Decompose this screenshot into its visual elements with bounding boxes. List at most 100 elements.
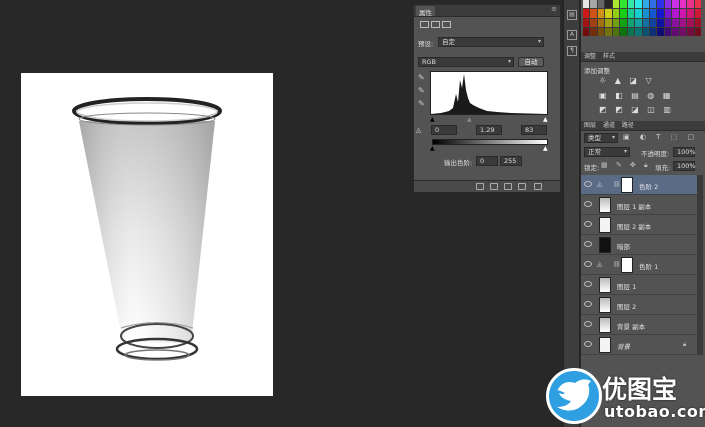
history-icon[interactable]: ▤	[567, 10, 577, 20]
view-previous-icon[interactable]	[490, 183, 498, 190]
swatch[interactable]	[672, 27, 679, 36]
tab-styles[interactable]: 样式	[603, 53, 615, 60]
layer-row[interactable]: 图层 1	[581, 275, 697, 295]
eye-icon[interactable]	[584, 181, 592, 187]
swatch[interactable]	[605, 27, 612, 36]
swatch[interactable]	[635, 0, 642, 9]
swatch[interactable]	[649, 18, 657, 27]
swatch[interactable]	[597, 9, 605, 18]
swatch[interactable]	[642, 0, 649, 9]
swatch[interactable]	[672, 9, 679, 18]
tab-properties[interactable]: 属性	[416, 6, 435, 17]
swatch[interactable]	[679, 27, 687, 36]
swatch[interactable]	[635, 27, 642, 36]
swatch[interactable]	[664, 18, 672, 27]
tab-channels[interactable]: 通道	[603, 122, 615, 129]
layer-mask-thumbnail[interactable]	[621, 257, 633, 273]
eye-icon[interactable]	[584, 321, 592, 327]
swatch[interactable]	[590, 27, 597, 36]
swatch[interactable]	[590, 9, 597, 18]
layer-row[interactable]: 背景 🔒︎	[581, 335, 697, 355]
channel-dropdown[interactable]: RGB	[418, 57, 514, 67]
swatch[interactable]	[679, 0, 687, 9]
fill-field[interactable]: 100%	[673, 161, 696, 171]
swatch[interactable]	[635, 18, 642, 27]
adjustment-icons-row-3[interactable]: ◩ ◩ ◪ ◫ ▥	[599, 105, 674, 114]
swatch[interactable]	[590, 18, 597, 27]
adjustment-icons-row-2[interactable]: ▣ ◧ ▤ ◍ ▦	[599, 91, 673, 100]
swatch[interactable]	[649, 27, 657, 36]
swatch[interactable]	[605, 18, 612, 27]
swatch[interactable]	[612, 18, 620, 27]
swatch[interactable]	[679, 18, 687, 27]
swatch[interactable]	[672, 0, 679, 9]
swatch[interactable]	[694, 9, 701, 18]
visibility-icon[interactable]	[518, 183, 526, 190]
eyedropper-white-icon[interactable]: ✎	[418, 99, 425, 108]
swatch[interactable]	[687, 27, 694, 36]
eye-icon[interactable]	[584, 221, 592, 227]
swatch[interactable]	[620, 27, 627, 36]
layer-row[interactable]: ◬ ⛓ 色阶 1	[581, 255, 697, 275]
swatches-panel[interactable]	[583, 0, 701, 36]
swatch[interactable]	[612, 0, 620, 9]
document-canvas[interactable]	[21, 73, 273, 396]
swatch[interactable]	[583, 0, 590, 9]
layer-row[interactable]: 暗部	[581, 235, 697, 255]
swatch[interactable]	[649, 0, 657, 9]
eye-icon[interactable]	[584, 201, 592, 207]
swatch[interactable]	[605, 9, 612, 18]
delete-icon[interactable]	[534, 183, 542, 190]
eye-icon[interactable]	[584, 241, 592, 247]
swatch[interactable]	[657, 18, 664, 27]
swatch[interactable]	[627, 9, 635, 18]
paragraph-icon[interactable]: ¶	[567, 46, 577, 56]
swatch[interactable]	[605, 0, 612, 9]
eyedropper-gray-icon[interactable]: ✎	[418, 86, 425, 95]
swatch[interactable]	[672, 18, 679, 27]
blend-mode-dropdown[interactable]: 正常	[584, 147, 630, 157]
swatch[interactable]	[649, 9, 657, 18]
character-icon[interactable]: A	[567, 30, 577, 40]
layer-row[interactable]: 图层 2	[581, 295, 697, 315]
output-black-slider[interactable]: ▲	[430, 145, 435, 152]
input-gamma-field[interactable]: 1.29	[476, 125, 502, 135]
eyedropper-black-icon[interactable]: ✎	[418, 73, 425, 82]
reset-icon[interactable]	[504, 183, 512, 190]
input-white-slider[interactable]: ▲	[543, 116, 548, 123]
input-black-field[interactable]: 0	[431, 125, 457, 135]
tab-layers[interactable]: 图层	[584, 122, 596, 129]
swatch[interactable]	[687, 0, 694, 9]
swatch[interactable]	[635, 9, 642, 18]
eye-icon[interactable]	[584, 281, 592, 287]
chain-icon[interactable]: ⛓	[613, 181, 621, 188]
layer-row[interactable]: 图层 1 副本	[581, 195, 697, 215]
swatch[interactable]	[612, 9, 620, 18]
tab-adjustments[interactable]: 调整	[584, 53, 596, 60]
swatch[interactable]	[597, 27, 605, 36]
swatch[interactable]	[620, 9, 627, 18]
output-white-slider[interactable]: ▲	[543, 145, 548, 152]
chain-icon[interactable]: ⛓	[613, 261, 621, 268]
eye-icon[interactable]	[584, 341, 592, 347]
swatch[interactable]	[583, 27, 590, 36]
swatch[interactable]	[687, 9, 694, 18]
swatch[interactable]	[612, 27, 620, 36]
layer-row[interactable]: 图层 2 副本	[581, 215, 697, 235]
output-white-field[interactable]: 255	[500, 156, 522, 166]
swatch[interactable]	[583, 9, 590, 18]
swatch[interactable]	[664, 0, 672, 9]
lock-icons[interactable]: ▦ ✎ ✥ 🔒︎	[601, 161, 651, 170]
input-white-field[interactable]: 83	[521, 125, 547, 135]
preset-dropdown[interactable]: 自定	[438, 37, 544, 47]
swatch[interactable]	[642, 18, 649, 27]
clip-to-layer-icon[interactable]	[476, 183, 484, 190]
input-black-slider[interactable]: ▲	[430, 116, 435, 123]
swatch[interactable]	[642, 9, 649, 18]
swatch[interactable]	[620, 0, 627, 9]
swatch[interactable]	[583, 18, 590, 27]
layer-mask-thumbnail[interactable]	[621, 177, 633, 193]
eye-icon[interactable]	[584, 301, 592, 307]
swatch[interactable]	[597, 18, 605, 27]
input-gamma-slider[interactable]: ▲	[467, 116, 472, 123]
